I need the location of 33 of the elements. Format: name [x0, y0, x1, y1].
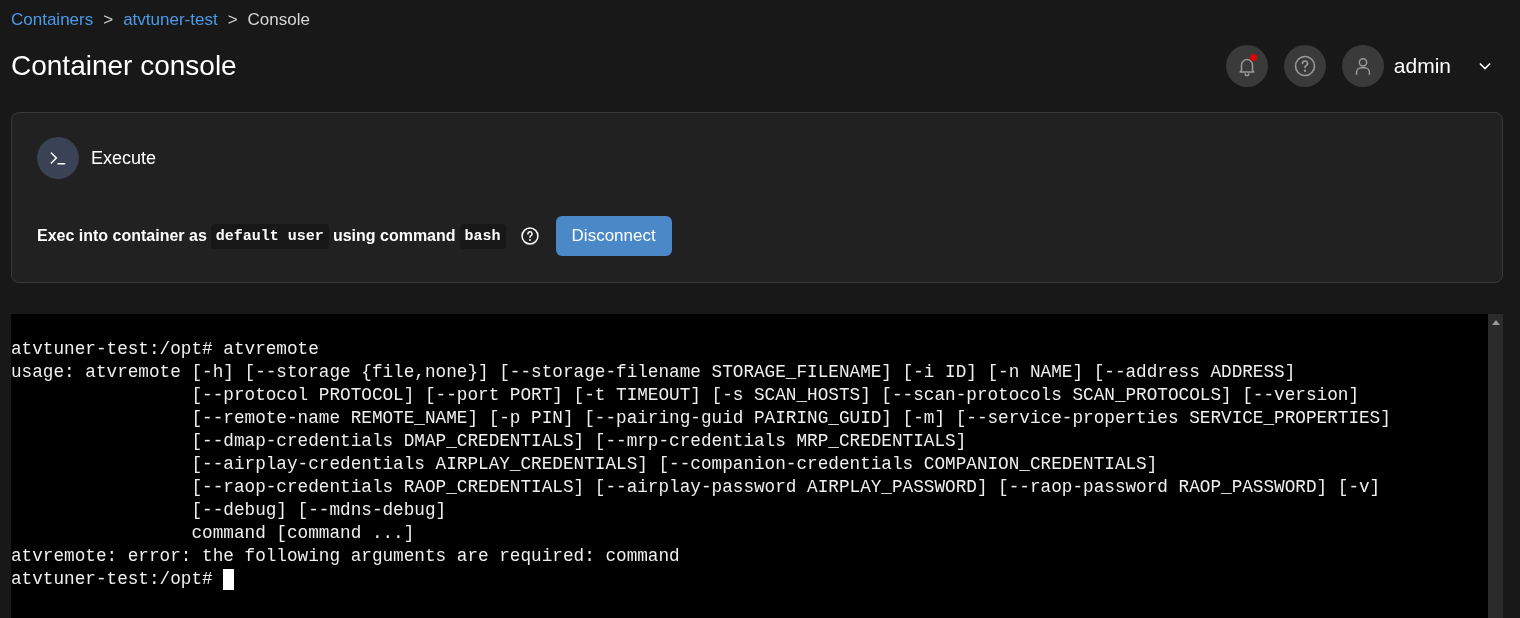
current-page-label: Console — [247, 10, 310, 30]
notifications-button[interactable] — [1225, 45, 1268, 87]
code-value: default user — [210, 223, 329, 249]
scrollbar[interactable] — [1488, 314, 1503, 618]
scroll-up-icon[interactable] — [1491, 319, 1500, 325]
terminal-line: [--raop-credentials RAOP_CREDENTIALS] [--airplay-password AIRPLAY_PASSWORD] [--raop-password RAOP_PASSWORD] [-v] — [190, 476, 1381, 499]
code-value: bash — [459, 223, 506, 249]
terminal-line: [--debug] [--mdns-debug] — [190, 499, 447, 522]
avatar-button[interactable] — [1341, 45, 1384, 87]
breadcrumb-link[interactable]: atvtuner-test — [123, 10, 218, 30]
terminal-line: [--protocol PROTOCOL] [--port PORT] [-t TIMEOUT] [-s SCAN_HOSTS] [--scan-protocols SCAN_PROTOCOLS] [--version] — [190, 384, 1359, 407]
terminal[interactable] — [11, 314, 1503, 618]
exec-label: using command — [332, 227, 456, 245]
terminal-line: atvtuner-test:/opt# — [11, 568, 214, 591]
terminal-line: command [command ...] — [190, 522, 415, 545]
page-title: Container console — [11, 50, 237, 82]
panel-title: Execute — [91, 147, 157, 169]
disconnect-button[interactable]: Disconnect — [555, 216, 672, 256]
user-menu[interactable]: admin — [1393, 54, 1503, 78]
help-icon[interactable] — [519, 226, 540, 246]
breadcrumb-link[interactable]: Containers — [11, 10, 94, 30]
terminal-line: [--remote-name REMOTE_NAME] [-p PIN] [--pairing-guid PAIRING_GUID] [-m] [--service-properties SERVICE_PROPERTIES] — [190, 407, 1391, 430]
terminal-line: atvremote: error: the following arguments are required: command — [11, 545, 680, 568]
terminal-line: usage: atvremote [-h] [--storage {file,none}] [--storage-filename STORAGE_FILENAME] [-i ID] [-n NAME] [--address ADDRESS] — [11, 361, 1296, 384]
terminal-line: [--dmap-credentials DMAP_CREDENTIALS] [--mrp-credentials MRP_CREDENTIALS] — [190, 430, 967, 453]
terminal-line: atvtuner-test:/opt# atvremote — [11, 338, 319, 361]
terminal-line: [--airplay-credentials AIRPLAY_CREDENTIALS] [--companion-credentials COMPANION_CREDENTIALS] — [190, 453, 1158, 476]
terminal-icon — [37, 137, 79, 179]
help-button[interactable] — [1283, 45, 1326, 87]
exec-label: Exec into container as — [37, 227, 207, 245]
breadcrumb-separator: > — [227, 10, 238, 30]
help-icon — [1292, 54, 1317, 78]
breadcrumb-separator: > — [103, 10, 114, 30]
